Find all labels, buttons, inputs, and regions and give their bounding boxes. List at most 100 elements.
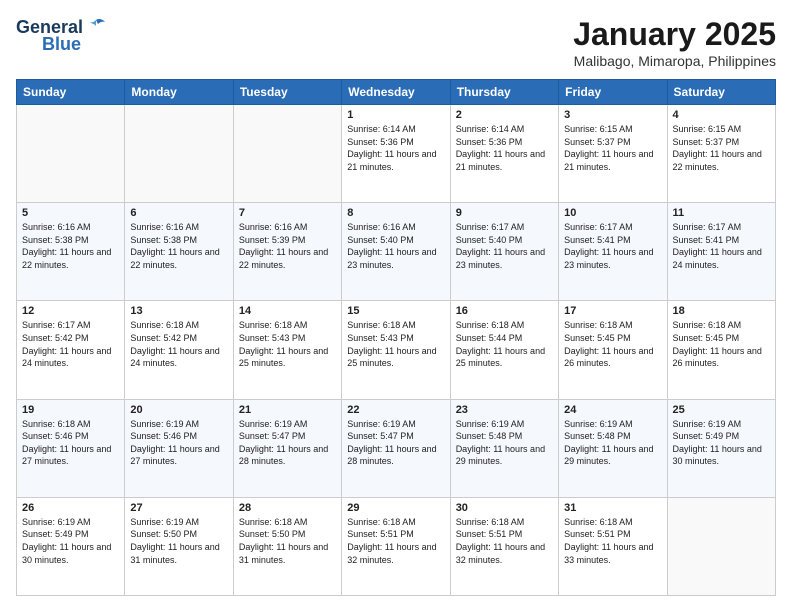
day-info: Sunrise: 6:19 AMSunset: 5:50 PMDaylight:… (130, 516, 227, 566)
day-number: 21 (239, 404, 336, 416)
day-number: 30 (456, 502, 553, 514)
calendar-cell: 18 Sunrise: 6:18 AMSunset: 5:45 PMDayligh… (667, 301, 775, 399)
day-number: 8 (347, 207, 444, 219)
calendar-cell: 24 Sunrise: 6:19 AMSunset: 5:48 PMDayligh… (559, 399, 667, 497)
col-monday: Monday (125, 80, 233, 105)
day-number: 24 (564, 404, 661, 416)
day-number: 27 (130, 502, 227, 514)
day-info: Sunrise: 6:18 AMSunset: 5:45 PMDaylight:… (564, 319, 661, 369)
month-title: January 2025 (573, 16, 776, 53)
col-tuesday: Tuesday (233, 80, 341, 105)
calendar-cell: 25 Sunrise: 6:19 AMSunset: 5:49 PMDayligh… (667, 399, 775, 497)
day-info: Sunrise: 6:14 AMSunset: 5:36 PMDaylight:… (347, 123, 444, 173)
col-wednesday: Wednesday (342, 80, 450, 105)
calendar-cell: 14 Sunrise: 6:18 AMSunset: 5:43 PMDayligh… (233, 301, 341, 399)
day-info: Sunrise: 6:19 AMSunset: 5:46 PMDaylight:… (130, 418, 227, 468)
day-number: 28 (239, 502, 336, 514)
calendar-cell: 19 Sunrise: 6:18 AMSunset: 5:46 PMDayligh… (17, 399, 125, 497)
calendar-cell (17, 105, 125, 203)
calendar-cell: 27 Sunrise: 6:19 AMSunset: 5:50 PMDayligh… (125, 497, 233, 595)
day-info: Sunrise: 6:16 AMSunset: 5:39 PMDaylight:… (239, 221, 336, 271)
calendar-week-row: 26 Sunrise: 6:19 AMSunset: 5:49 PMDayligh… (17, 497, 776, 595)
day-info: Sunrise: 6:18 AMSunset: 5:45 PMDaylight:… (673, 319, 770, 369)
col-friday: Friday (559, 80, 667, 105)
calendar-cell: 13Sunrise: 6:18 AMSunset: 5:42 PMDayligh… (125, 301, 233, 399)
day-number: 26 (22, 502, 119, 514)
day-number: 9 (456, 207, 553, 219)
day-info: Sunrise: 6:16 AMSunset: 5:38 PMDaylight:… (22, 221, 119, 271)
day-number: 20 (130, 404, 227, 416)
day-info: Sunrise: 6:18 AMSunset: 5:42 PMDaylight:… (130, 319, 227, 369)
calendar-cell: 20 Sunrise: 6:19 AMSunset: 5:46 PMDayligh… (125, 399, 233, 497)
day-info: Sunrise: 6:19 AMSunset: 5:49 PMDaylight:… (673, 418, 770, 468)
day-info: Sunrise: 6:18 AMSunset: 5:43 PMDaylight:… (347, 319, 444, 369)
day-number: 11 (673, 207, 770, 219)
calendar-cell: 9 Sunrise: 6:17 AMSunset: 5:40 PMDaylight… (450, 203, 558, 301)
day-number: 25 (673, 404, 770, 416)
calendar-cell: 29Sunrise: 6:18 AMSunset: 5:51 PMDayligh… (342, 497, 450, 595)
logo-bird-icon (85, 16, 107, 38)
day-number: 14 (239, 305, 336, 317)
day-number: 3 (564, 109, 661, 121)
calendar-cell (667, 497, 775, 595)
calendar-cell: 6 Sunrise: 6:16 AMSunset: 5:38 PMDaylight… (125, 203, 233, 301)
page: General Blue January 2025 Malibago, Mima… (0, 0, 792, 612)
day-number: 22 (347, 404, 444, 416)
day-number: 15 (347, 305, 444, 317)
col-sunday: Sunday (17, 80, 125, 105)
calendar-cell: 1Sunrise: 6:14 AMSunset: 5:36 PMDaylight… (342, 105, 450, 203)
day-info: Sunrise: 6:14 AMSunset: 5:36 PMDaylight:… (456, 123, 553, 173)
day-info: Sunrise: 6:18 AMSunset: 5:51 PMDaylight:… (347, 516, 444, 566)
day-info: Sunrise: 6:19 AMSunset: 5:48 PMDaylight:… (564, 418, 661, 468)
col-saturday: Saturday (667, 80, 775, 105)
day-info: Sunrise: 6:18 AMSunset: 5:46 PMDaylight:… (22, 418, 119, 468)
logo: General Blue (16, 16, 107, 55)
day-info: Sunrise: 6:15 AMSunset: 5:37 PMDaylight:… (673, 123, 770, 173)
calendar-table: Sunday Monday Tuesday Wednesday Thursday… (16, 79, 776, 596)
calendar-cell: 16Sunrise: 6:18 AMSunset: 5:44 PMDayligh… (450, 301, 558, 399)
day-info: Sunrise: 6:18 AMSunset: 5:44 PMDaylight:… (456, 319, 553, 369)
day-info: Sunrise: 6:16 AMSunset: 5:40 PMDaylight:… (347, 221, 444, 271)
day-info: Sunrise: 6:18 AMSunset: 5:51 PMDaylight:… (456, 516, 553, 566)
calendar-week-row: 1Sunrise: 6:14 AMSunset: 5:36 PMDaylight… (17, 105, 776, 203)
calendar-week-row: 19 Sunrise: 6:18 AMSunset: 5:46 PMDayligh… (17, 399, 776, 497)
day-number: 6 (130, 207, 227, 219)
calendar-cell: 3 Sunrise: 6:15 AMSunset: 5:37 PMDaylight… (559, 105, 667, 203)
calendar-cell: 21 Sunrise: 6:19 AMSunset: 5:47 PMDayligh… (233, 399, 341, 497)
day-info: Sunrise: 6:19 AMSunset: 5:47 PMDaylight:… (239, 418, 336, 468)
logo-text-blue: Blue (42, 34, 81, 55)
calendar-week-row: 12Sunrise: 6:17 AMSunset: 5:42 PMDayligh… (17, 301, 776, 399)
calendar-cell: 2 Sunrise: 6:14 AMSunset: 5:36 PMDaylight… (450, 105, 558, 203)
calendar-cell: 5Sunrise: 6:16 AMSunset: 5:38 PMDaylight… (17, 203, 125, 301)
calendar-week-row: 5Sunrise: 6:16 AMSunset: 5:38 PMDaylight… (17, 203, 776, 301)
day-number: 17 (564, 305, 661, 317)
location-title: Malibago, Mimaropa, Philippines (573, 53, 776, 69)
calendar-header-row: Sunday Monday Tuesday Wednesday Thursday… (17, 80, 776, 105)
day-info: Sunrise: 6:15 AMSunset: 5:37 PMDaylight:… (564, 123, 661, 173)
calendar-cell: 22Sunrise: 6:19 AMSunset: 5:47 PMDayligh… (342, 399, 450, 497)
header: General Blue January 2025 Malibago, Mima… (16, 16, 776, 69)
day-info: Sunrise: 6:17 AMSunset: 5:42 PMDaylight:… (22, 319, 119, 369)
day-number: 10 (564, 207, 661, 219)
day-info: Sunrise: 6:18 AMSunset: 5:43 PMDaylight:… (239, 319, 336, 369)
day-info: Sunrise: 6:16 AMSunset: 5:38 PMDaylight:… (130, 221, 227, 271)
calendar-cell: 15 Sunrise: 6:18 AMSunset: 5:43 PMDayligh… (342, 301, 450, 399)
calendar-cell: 7Sunrise: 6:16 AMSunset: 5:39 PMDaylight… (233, 203, 341, 301)
day-info: Sunrise: 6:18 AMSunset: 5:50 PMDaylight:… (239, 516, 336, 566)
day-number: 18 (673, 305, 770, 317)
calendar-cell: 8 Sunrise: 6:16 AMSunset: 5:40 PMDaylight… (342, 203, 450, 301)
day-info: Sunrise: 6:19 AMSunset: 5:48 PMDaylight:… (456, 418, 553, 468)
day-info: Sunrise: 6:17 AMSunset: 5:40 PMDaylight:… (456, 221, 553, 271)
day-info: Sunrise: 6:19 AMSunset: 5:49 PMDaylight:… (22, 516, 119, 566)
day-number: 23 (456, 404, 553, 416)
calendar-cell (125, 105, 233, 203)
col-thursday: Thursday (450, 80, 558, 105)
day-number: 19 (22, 404, 119, 416)
calendar-cell: 28 Sunrise: 6:18 AMSunset: 5:50 PMDayligh… (233, 497, 341, 595)
calendar-cell: 11Sunrise: 6:17 AMSunset: 5:41 PMDayligh… (667, 203, 775, 301)
calendar-cell (233, 105, 341, 203)
day-number: 2 (456, 109, 553, 121)
title-block: January 2025 Malibago, Mimaropa, Philipp… (573, 16, 776, 69)
day-number: 4 (673, 109, 770, 121)
calendar-cell: 23 Sunrise: 6:19 AMSunset: 5:48 PMDayligh… (450, 399, 558, 497)
